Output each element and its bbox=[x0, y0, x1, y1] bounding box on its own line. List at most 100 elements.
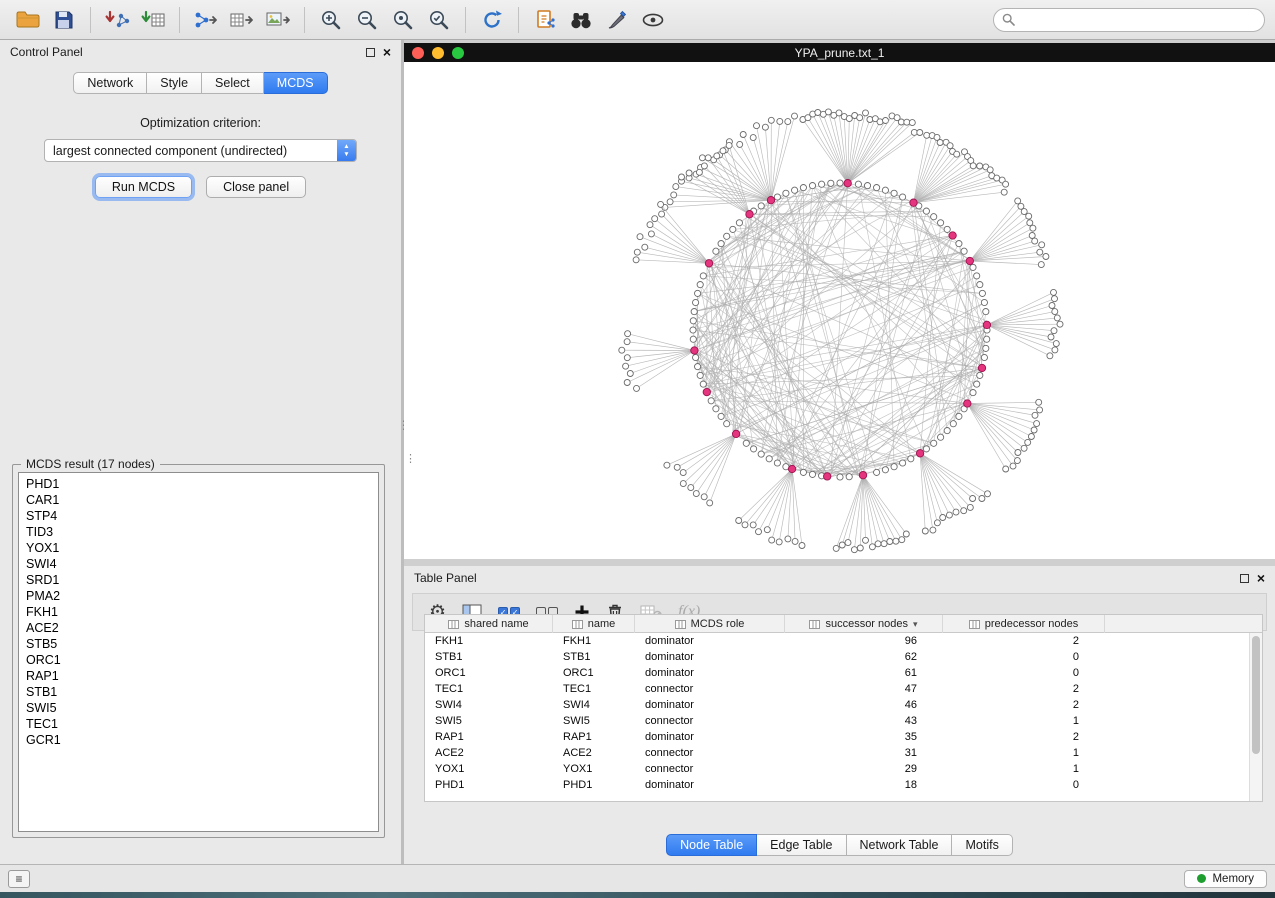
mcds-result-item[interactable]: STB1 bbox=[26, 684, 371, 700]
mcds-result-item[interactable]: PHD1 bbox=[26, 476, 371, 492]
column-header-successor-nodes[interactable]: successor nodes ▾ bbox=[785, 615, 943, 633]
column-header-mcds-role[interactable]: MCDS role bbox=[635, 615, 785, 633]
table-panel-header: Table Panel × bbox=[404, 566, 1275, 590]
main-toolbar bbox=[0, 0, 1275, 40]
table-row[interactable]: PHD1PHD1dominator180 bbox=[425, 777, 1262, 793]
table-cell: connector bbox=[635, 683, 785, 695]
table-row[interactable]: SWI4SWI4dominator462 bbox=[425, 697, 1262, 713]
table-row[interactable]: FKH1FKH1dominator962 bbox=[425, 633, 1262, 649]
mcds-result-item[interactable]: SWI5 bbox=[26, 700, 371, 716]
toolbar-separator bbox=[90, 7, 91, 33]
mcds-result-item[interactable]: SWI4 bbox=[26, 556, 371, 572]
table-cell: PHD1 bbox=[553, 779, 635, 791]
save-session-icon[interactable] bbox=[46, 5, 82, 35]
float-panel-icon[interactable] bbox=[366, 48, 375, 57]
zoom-in-icon[interactable] bbox=[313, 5, 349, 35]
tab-select[interactable]: Select bbox=[202, 72, 264, 94]
mcds-result-item[interactable]: YOX1 bbox=[26, 540, 371, 556]
sort-chevron-icon[interactable]: ▾ bbox=[913, 619, 918, 630]
mcds-result-list[interactable]: PHD1CAR1STP4TID3YOX1SWI4SRD1PMA2FKH1ACE2… bbox=[18, 472, 379, 832]
export-image-icon[interactable] bbox=[260, 5, 296, 35]
optimization-criterion-select[interactable]: largest connected component (undirected)… bbox=[44, 139, 357, 162]
table-tabbar: Node Table Edge Table Network Table Moti… bbox=[404, 834, 1275, 856]
column-header-predecessor-nodes[interactable]: predecessor nodes bbox=[943, 615, 1105, 633]
tab-network[interactable]: Network bbox=[73, 72, 147, 94]
search-box[interactable] bbox=[993, 8, 1265, 32]
mcds-result-item[interactable]: RAP1 bbox=[26, 668, 371, 684]
table-cell: STB1 bbox=[425, 651, 553, 663]
share-document-icon[interactable] bbox=[527, 5, 563, 35]
table-row[interactable]: TEC1TEC1connector472 bbox=[425, 681, 1262, 697]
refresh-glyph bbox=[481, 9, 503, 31]
mcds-result-item[interactable]: GCR1 bbox=[26, 732, 371, 748]
table-row[interactable]: ACE2ACE2connector311 bbox=[425, 745, 1262, 761]
search-input[interactable] bbox=[1020, 13, 1256, 27]
zoom-selected-glyph bbox=[428, 9, 450, 31]
select-stepper-icon: ▲▼ bbox=[337, 139, 356, 162]
import-table-icon[interactable] bbox=[135, 5, 171, 35]
tab-style[interactable]: Style bbox=[147, 72, 202, 94]
import-network-glyph bbox=[104, 10, 130, 30]
network-graph[interactable] bbox=[404, 62, 1275, 559]
toolbar-separator bbox=[304, 7, 305, 33]
export-table-icon[interactable] bbox=[224, 5, 260, 35]
tab-node-table[interactable]: Node Table bbox=[666, 834, 757, 856]
mcds-result-item[interactable]: TID3 bbox=[26, 524, 371, 540]
close-table-panel-icon[interactable]: × bbox=[1257, 571, 1265, 585]
mcds-result-item[interactable]: TEC1 bbox=[26, 716, 371, 732]
refresh-icon[interactable] bbox=[474, 5, 510, 35]
table-row[interactable]: SWI5SWI5connector431 bbox=[425, 713, 1262, 729]
tab-motifs[interactable]: Motifs bbox=[952, 834, 1012, 856]
mcds-result-item[interactable]: ACE2 bbox=[26, 620, 371, 636]
float-table-panel-icon[interactable] bbox=[1240, 574, 1249, 583]
binoculars-icon[interactable] bbox=[563, 5, 599, 35]
mcds-result-item[interactable]: PMA2 bbox=[26, 588, 371, 604]
zoom-in-glyph bbox=[320, 9, 342, 31]
table-cell: TEC1 bbox=[553, 683, 635, 695]
column-header-shared-name[interactable]: shared name bbox=[425, 615, 553, 633]
mcds-result-item[interactable]: SRD1 bbox=[26, 572, 371, 588]
task-history-icon[interactable]: ≡ bbox=[8, 870, 30, 888]
column-icon bbox=[809, 620, 820, 629]
mcds-result-item[interactable]: ORC1 bbox=[26, 652, 371, 668]
open-file-icon[interactable] bbox=[10, 5, 46, 35]
network-canvas[interactable]: ⋮ bbox=[404, 62, 1275, 559]
table-row[interactable]: ORC1ORC1dominator610 bbox=[425, 665, 1262, 681]
zoom-out-icon[interactable] bbox=[349, 5, 385, 35]
table-row[interactable]: YOX1YOX1connector291 bbox=[425, 761, 1262, 777]
mcds-result-item[interactable]: STB5 bbox=[26, 636, 371, 652]
scrollbar-thumb[interactable] bbox=[1252, 636, 1260, 754]
table-cell: 35 bbox=[785, 731, 943, 743]
table-scrollbar[interactable] bbox=[1249, 633, 1262, 801]
tab-mcds[interactable]: MCDS bbox=[264, 72, 328, 94]
column-header-name[interactable]: name bbox=[553, 615, 635, 633]
mcds-result-item[interactable]: STP4 bbox=[26, 508, 371, 524]
table-cell: 0 bbox=[943, 779, 1105, 791]
canvas-grip-icon[interactable]: ⋮ bbox=[405, 452, 416, 465]
tab-edge-table[interactable]: Edge Table bbox=[757, 834, 846, 856]
table-cell: connector bbox=[635, 715, 785, 727]
zoom-fit-icon[interactable] bbox=[385, 5, 421, 35]
import-network-icon[interactable] bbox=[99, 5, 135, 35]
eye-icon[interactable] bbox=[635, 5, 671, 35]
column-label: name bbox=[588, 618, 616, 630]
table-cell: PHD1 bbox=[425, 779, 553, 791]
select-value: largest connected component (undirected) bbox=[45, 144, 337, 158]
zoom-selected-icon[interactable] bbox=[421, 5, 457, 35]
table-cell: 1 bbox=[943, 763, 1105, 775]
column-icon bbox=[969, 620, 980, 629]
status-bar: ≡ Memory bbox=[0, 864, 1275, 892]
table-row[interactable]: RAP1RAP1dominator352 bbox=[425, 729, 1262, 745]
close-panel-icon[interactable]: × bbox=[383, 45, 391, 59]
mcds-result-item[interactable]: CAR1 bbox=[26, 492, 371, 508]
close-panel-button[interactable]: Close panel bbox=[206, 176, 306, 198]
run-mcds-button[interactable]: Run MCDS bbox=[95, 176, 192, 198]
table-cell: SWI4 bbox=[553, 699, 635, 711]
table-cell: FKH1 bbox=[553, 635, 635, 647]
mcds-result-item[interactable]: FKH1 bbox=[26, 604, 371, 620]
export-network-icon[interactable] bbox=[188, 5, 224, 35]
memory-button[interactable]: Memory bbox=[1184, 870, 1267, 888]
tab-network-table[interactable]: Network Table bbox=[847, 834, 953, 856]
style-brush-icon[interactable] bbox=[599, 5, 635, 35]
table-row[interactable]: STB1STB1dominator620 bbox=[425, 649, 1262, 665]
